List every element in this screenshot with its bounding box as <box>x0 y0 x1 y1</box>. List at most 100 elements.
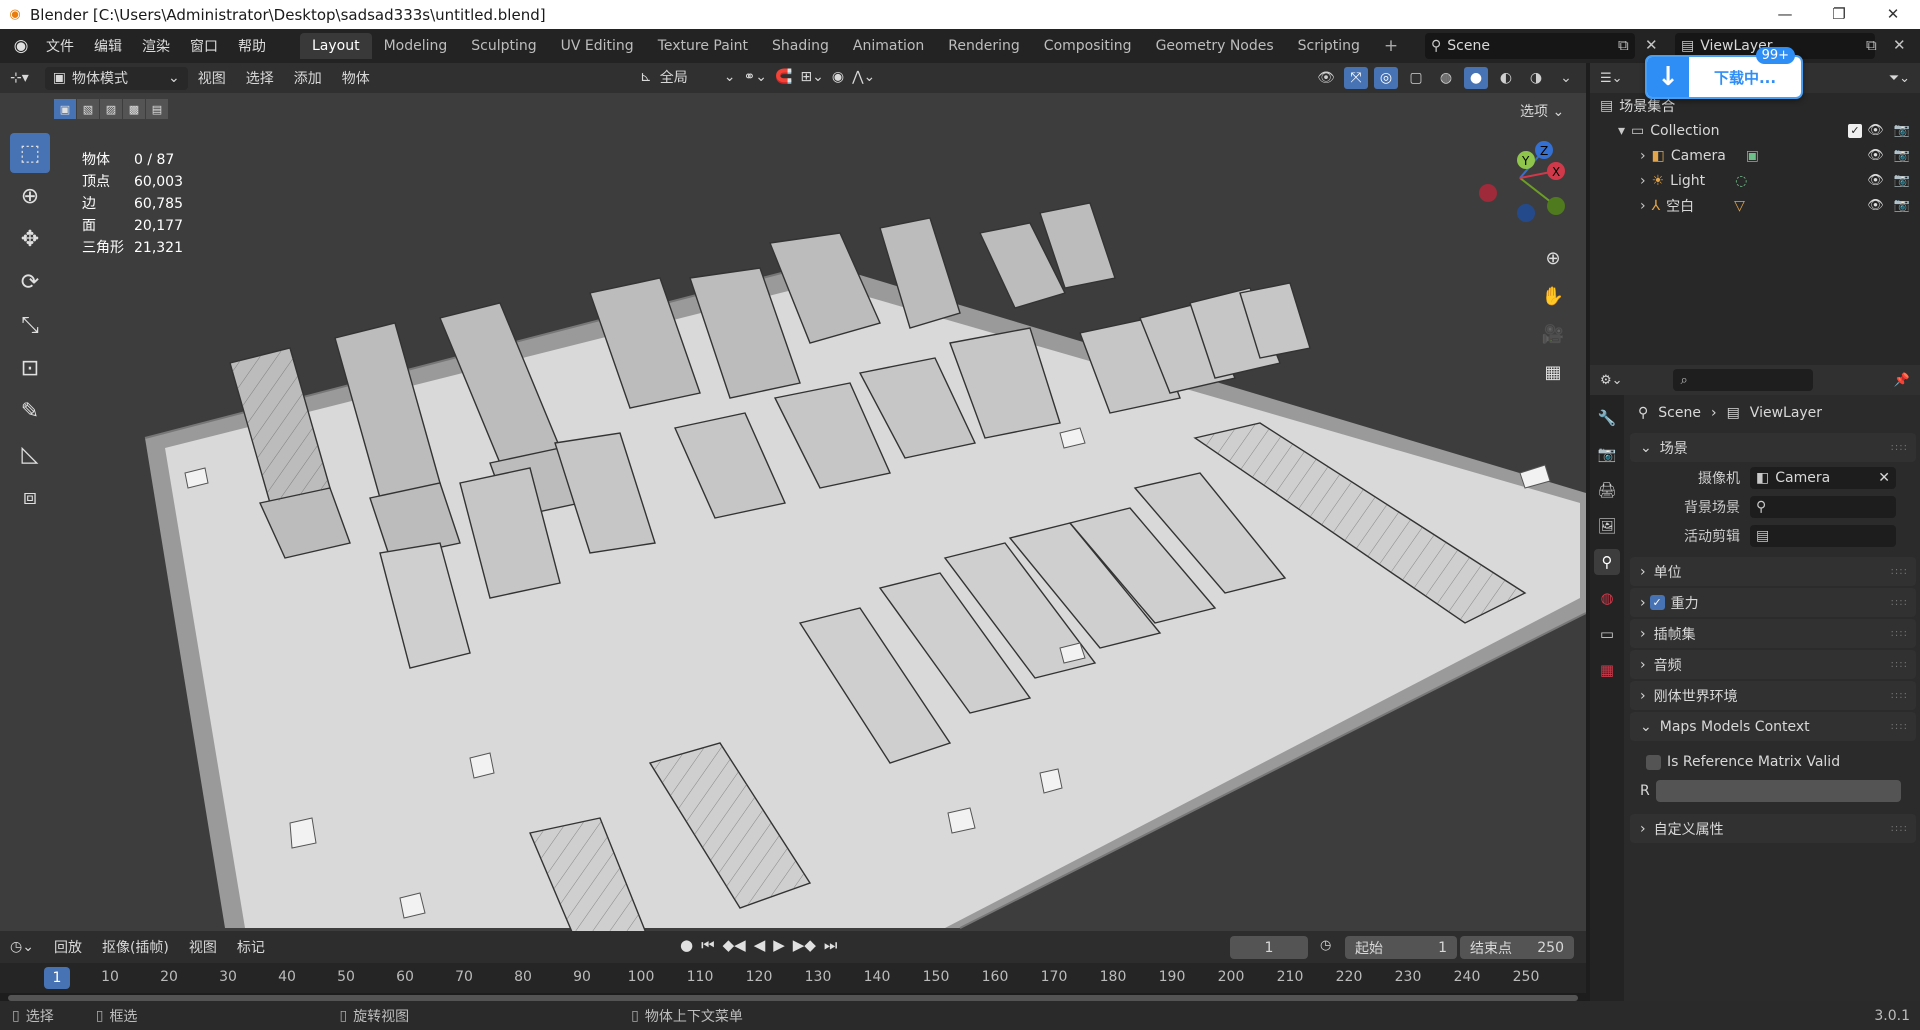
options-button[interactable]: 选项 ⌄ <box>1520 101 1564 121</box>
menu-playback[interactable]: 回放 <box>44 937 92 957</box>
scene-selector[interactable]: ⚲ Scene <box>1425 33 1635 59</box>
eye-icon[interactable]: 👁 <box>1867 148 1884 163</box>
orientation-icon[interactable]: ⊾ <box>640 69 652 85</box>
eye-icon[interactable]: 👁 <box>1867 173 1884 188</box>
editor-type-icon[interactable]: ⊹▾ <box>0 70 39 86</box>
gizmo-toggle-icon[interactable]: ⤧ <box>1344 67 1368 89</box>
next-keyframe-icon[interactable]: ▶◆ <box>793 936 816 954</box>
tab-uv-editing[interactable]: UV Editing <box>549 33 646 59</box>
drag-handle-icon[interactable]: :::: <box>1891 659 1908 670</box>
proportional-edit-icon[interactable]: ◉ <box>832 69 844 85</box>
menu-object[interactable]: 物体 <box>332 68 380 88</box>
menu-render[interactable]: 渲染 <box>132 36 180 56</box>
output-tab-icon[interactable]: 🖨 <box>1594 477 1620 503</box>
rotate-tool-icon[interactable]: ⟳ <box>10 262 50 302</box>
clock-icon[interactable]: ◷ <box>1320 938 1331 953</box>
drag-handle-icon[interactable]: :::: <box>1891 690 1908 701</box>
active-clip-field[interactable]: ▤ <box>1750 525 1896 547</box>
record-icon[interactable]: ● <box>680 936 693 954</box>
texture-tab-icon[interactable]: ▦ <box>1594 657 1620 683</box>
panel-rigid-body-world[interactable]: › 刚体世界环境 :::: <box>1630 681 1916 710</box>
properties-search[interactable]: ⌕ <box>1672 369 1813 391</box>
menu-view[interactable]: 视图 <box>188 68 236 88</box>
start-frame-field[interactable]: 起始 1 <box>1345 936 1457 959</box>
playhead[interactable]: 1 <box>44 967 70 989</box>
current-frame-field[interactable]: 1 <box>1230 936 1308 959</box>
tool-tab-icon[interactable]: 🔧 <box>1594 405 1620 431</box>
zoom-icon[interactable]: ⊕ <box>1538 243 1568 273</box>
measure-tool-icon[interactable]: ◺ <box>10 434 50 474</box>
menu-select[interactable]: 选择 <box>236 68 284 88</box>
scene-tab-icon[interactable]: ⚲ <box>1594 549 1620 575</box>
3d-viewport[interactable]: ▣ ▧ ▨ ▩ ▤ 选项 ⌄ ⬚ ⊕ ✥ ⟳ ⤡ ⊡ ✎ ◺ ⧈ 物体 0 / 8… <box>0 93 1586 931</box>
new-scene-icon[interactable]: ⧉ <box>1618 36 1629 54</box>
camera-view-icon[interactable]: 🎥 <box>1538 319 1568 349</box>
chevron-right-icon[interactable]: › <box>1640 148 1646 164</box>
render-tab-icon[interactable]: 📷 <box>1594 441 1620 467</box>
add-workspace-button[interactable]: + <box>1372 31 1410 61</box>
tab-shading[interactable]: Shading <box>760 33 841 59</box>
add-cube-tool-icon[interactable]: ⧈ <box>10 477 50 517</box>
menu-marker[interactable]: 标记 <box>227 937 275 957</box>
new-viewlayer-icon[interactable]: ⧉ <box>1866 36 1877 54</box>
tab-rendering[interactable]: Rendering <box>936 33 1032 59</box>
chevron-down-icon[interactable]: ▾ <box>1618 123 1625 139</box>
eye-icon[interactable]: 👁 <box>1867 198 1884 213</box>
play-reverse-icon[interactable]: ◀ <box>754 936 766 954</box>
chevron-right-icon[interactable]: › <box>1640 173 1646 189</box>
overlay-toggle-icon[interactable]: ◎ <box>1374 67 1398 89</box>
end-frame-field[interactable]: 结束点 250 <box>1460 936 1574 959</box>
tab-modeling[interactable]: Modeling <box>372 33 460 59</box>
eye-icon[interactable]: 👁 <box>1867 123 1884 138</box>
move-tool-icon[interactable]: ✥ <box>10 219 50 259</box>
transform-tool-icon[interactable]: ⊡ <box>10 348 50 388</box>
cursor-tool-icon[interactable]: ⊕ <box>10 176 50 216</box>
pan-hand-icon[interactable]: ✋ <box>1538 281 1568 311</box>
snap-icon[interactable]: 🧲 <box>775 69 792 85</box>
drag-handle-icon[interactable]: :::: <box>1891 721 1908 732</box>
play-icon[interactable]: ▶ <box>773 936 785 954</box>
menu-timeline-view[interactable]: 视图 <box>179 937 227 957</box>
grid-view-icon[interactable]: ▦ <box>1538 357 1568 387</box>
solid-shading-icon[interactable]: ● <box>1464 67 1488 89</box>
tab-layout[interactable]: Layout <box>300 33 372 59</box>
pin-icon[interactable]: 📌 <box>1894 373 1910 388</box>
drag-handle-icon[interactable]: :::: <box>1891 442 1908 453</box>
menu-help[interactable]: 帮助 <box>228 36 276 56</box>
annotate-tool-icon[interactable]: ✎ <box>10 391 50 431</box>
menu-keying[interactable]: 抠像(插帧) <box>92 937 179 957</box>
delete-scene-icon[interactable]: ✕ <box>1645 36 1658 54</box>
drag-handle-icon[interactable]: :::: <box>1891 823 1908 834</box>
select-extend-icon[interactable]: ▧ <box>77 99 99 119</box>
menu-file[interactable]: 文件 <box>36 36 84 56</box>
camera-render-icon[interactable]: 📷 <box>1894 173 1910 188</box>
view-layer-tab-icon[interactable]: 🖼 <box>1594 513 1620 539</box>
camera-render-icon[interactable]: 📷 <box>1894 198 1910 213</box>
close-button[interactable]: ✕ <box>1866 0 1920 29</box>
collection-tab-icon[interactable]: ▭ <box>1594 621 1620 647</box>
world-tab-icon[interactable]: ◍ <box>1594 585 1620 611</box>
falloff-icon[interactable]: ⋀⌄ <box>852 69 875 85</box>
outliner-item-light[interactable]: › ☀ Light ◌ 👁 📷 <box>1590 168 1920 193</box>
rendered-shading-icon[interactable]: ◑ <box>1524 67 1548 89</box>
camera-field[interactable]: ◧ Camera ✕ <box>1750 467 1896 489</box>
gravity-checkbox[interactable]: ✓ <box>1649 595 1665 610</box>
menu-window[interactable]: 窗口 <box>180 36 228 56</box>
timeline-ruler[interactable]: 1 10 20 30 40 50 60 70 80 90 100 110 120… <box>0 963 1586 993</box>
outliner-collection[interactable]: ▾ ▭ Collection ✓ 👁 📷 <box>1590 118 1920 143</box>
tab-scripting[interactable]: Scripting <box>1286 33 1372 59</box>
wireframe-shading-icon[interactable]: ◍ <box>1434 67 1458 89</box>
panel-maps-models-context[interactable]: ⌄ Maps Models Context :::: <box>1630 712 1916 741</box>
select-subtract-icon[interactable]: ▨ <box>100 99 122 119</box>
download-badge[interactable]: ↓ 下载中... 99+ <box>1645 47 1803 99</box>
panel-custom-properties[interactable]: › 自定义属性 :::: <box>1630 814 1916 843</box>
material-shading-icon[interactable]: ◐ <box>1494 67 1518 89</box>
menu-edit[interactable]: 编辑 <box>84 36 132 56</box>
blender-menu-icon[interactable]: ◉ <box>6 36 36 56</box>
jump-start-icon[interactable]: ⏮ <box>701 936 715 954</box>
outliner-editor-icon[interactable]: ☰⌄ <box>1600 71 1623 86</box>
select-invert-icon[interactable]: ▩ <box>123 99 145 119</box>
ref-matrix-checkbox[interactable] <box>1646 754 1661 770</box>
orientation-select[interactable]: 全局 <box>660 67 688 87</box>
panel-units[interactable]: › 单位 :::: <box>1630 557 1916 586</box>
